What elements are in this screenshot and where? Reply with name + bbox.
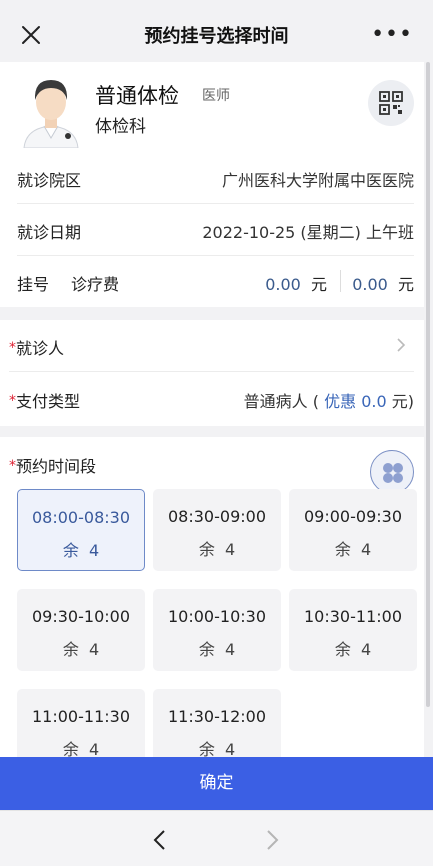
date-label: 就诊日期: [17, 223, 82, 242]
doctor-avatar: [23, 80, 79, 148]
discount-value: 0.0: [361, 392, 387, 411]
doctor-department: 体检科: [95, 117, 146, 137]
campus-value: 广州医科大学附属中医医院: [221, 171, 414, 190]
time-slot[interactable]: 08:00-08:30 余 4: [17, 489, 145, 571]
view-mode-button[interactable]: [370, 450, 414, 494]
remaining-count: 4: [225, 540, 236, 559]
payment-type-suffix: 元): [391, 392, 414, 411]
required-mark: *: [9, 393, 16, 409]
time-slot-time: 10:00-10:30: [168, 607, 266, 626]
time-slot-heading: *预约时间段: [9, 453, 96, 477]
remaining-count: 4: [89, 640, 100, 659]
patient-label-text: 就诊人: [16, 339, 65, 358]
time-slot[interactable]: 10:00-10:30 余 4: [153, 589, 281, 671]
doctor-title: 医师: [202, 88, 230, 104]
remaining-prefix: 余: [62, 640, 79, 659]
time-slot-section: *预约时间段 08:00-08:30 余 4 08:30-09:00 余 4 09:00…: [0, 437, 424, 771]
time-slot-remaining: 余 4: [18, 537, 144, 561]
consultation-fee-value: 0.00 元: [352, 271, 414, 295]
discount-label: 优惠: [324, 392, 357, 411]
time-slot-remaining: 余 4: [289, 536, 417, 560]
qr-code-icon: [379, 91, 403, 115]
payment-type-row[interactable]: *支付类型 普通病人 ( 优惠 0.0 元): [9, 373, 414, 425]
remaining-prefix: 余: [198, 540, 215, 559]
more-icon[interactable]: •••: [371, 24, 413, 46]
time-slot-time: 08:00-08:30: [32, 508, 130, 527]
fee-row: 挂号 诊疗费 0.00 元 0.00 元: [17, 256, 414, 308]
patient-row[interactable]: *就诊人: [9, 320, 414, 372]
forward-arrow-icon[interactable]: [262, 828, 282, 852]
time-slot-time: 10:30-11:00: [304, 607, 402, 626]
registration-fee-amount: 0.00: [265, 275, 301, 294]
page-title: 预约挂号选择时间: [144, 26, 289, 47]
remaining-count: 4: [361, 640, 372, 659]
doctor-name: 普通体检: [95, 84, 179, 108]
consultation-fee-label: 诊疗费: [71, 275, 120, 294]
date-row: 就诊日期 2022-10-25 (星期二) 上午班: [17, 204, 414, 256]
time-slot-heading-text: 预约时间段: [16, 457, 97, 476]
patient-section: *就诊人 *支付类型 普通病人 ( 优惠 0.0 元): [0, 320, 424, 426]
remaining-count: 4: [225, 640, 236, 659]
payment-type-label-text: 支付类型: [16, 392, 81, 411]
payment-type-prefix: 普通病人 (: [243, 392, 319, 411]
time-slot[interactable]: 08:30-09:00 余 4: [153, 489, 281, 571]
time-slot-time: 11:30-12:00: [168, 707, 266, 726]
confirm-button[interactable]: 确定: [0, 757, 433, 810]
consultation-fee-unit: 元: [397, 275, 414, 294]
qr-code-button[interactable]: [368, 80, 414, 126]
remaining-prefix: 余: [62, 541, 79, 560]
required-mark: *: [9, 340, 16, 356]
scrollbar[interactable]: [426, 62, 430, 707]
chevron-right-icon: [397, 338, 406, 352]
fee-divider: [340, 270, 341, 292]
remaining-prefix: 余: [334, 540, 351, 559]
time-slot-time: 09:00-09:30: [304, 507, 402, 526]
patient-label: *就诊人: [9, 335, 64, 359]
registration-fee-label: 挂号: [17, 275, 50, 294]
consultation-fee-amount: 0.00: [352, 275, 388, 294]
remaining-count: 4: [361, 540, 372, 559]
registration-fee-unit: 元: [310, 275, 327, 294]
remaining-prefix: 余: [198, 640, 215, 659]
date-value: 2022-10-25 (星期二) 上午班: [202, 223, 414, 242]
time-slot-remaining: 余 4: [153, 536, 281, 560]
remaining-prefix: 余: [334, 640, 351, 659]
back-arrow-icon[interactable]: [150, 828, 170, 852]
time-slot[interactable]: 10:30-11:00 余 4: [289, 589, 417, 671]
time-slot-time: 11:00-11:30: [32, 707, 130, 726]
campus-label: 就诊院区: [17, 171, 82, 190]
registration-fee-value: 0.00 元: [265, 271, 327, 295]
time-slot-time: 08:30-09:00: [168, 507, 266, 526]
time-slot[interactable]: 09:30-10:00 余 4: [17, 589, 145, 671]
clover-icon: [383, 463, 403, 483]
navigation-bar: 预约挂号选择时间 •••: [0, 0, 433, 70]
doctor-card: 普通体检 医师 体检科: [0, 62, 424, 152]
payment-type-label: *支付类型: [9, 388, 80, 412]
time-slot-remaining: 余 4: [289, 636, 417, 660]
remaining-count: 4: [89, 541, 100, 560]
required-mark: *: [9, 458, 16, 474]
time-slot-time: 09:30-10:00: [32, 607, 130, 626]
time-slot-remaining: 余 4: [17, 636, 145, 660]
browser-toolbar: [0, 810, 433, 866]
time-slot[interactable]: 09:00-09:30 余 4: [289, 489, 417, 571]
appointment-info: 就诊院区 广州医科大学附属中医医院 就诊日期 2022-10-25 (星期二) …: [0, 152, 424, 307]
campus-row: 就诊院区 广州医科大学附属中医医院: [17, 152, 414, 204]
payment-type-value: 普通病人 ( 优惠 0.0 元): [244, 388, 414, 412]
time-slot-remaining: 余 4: [153, 636, 281, 660]
